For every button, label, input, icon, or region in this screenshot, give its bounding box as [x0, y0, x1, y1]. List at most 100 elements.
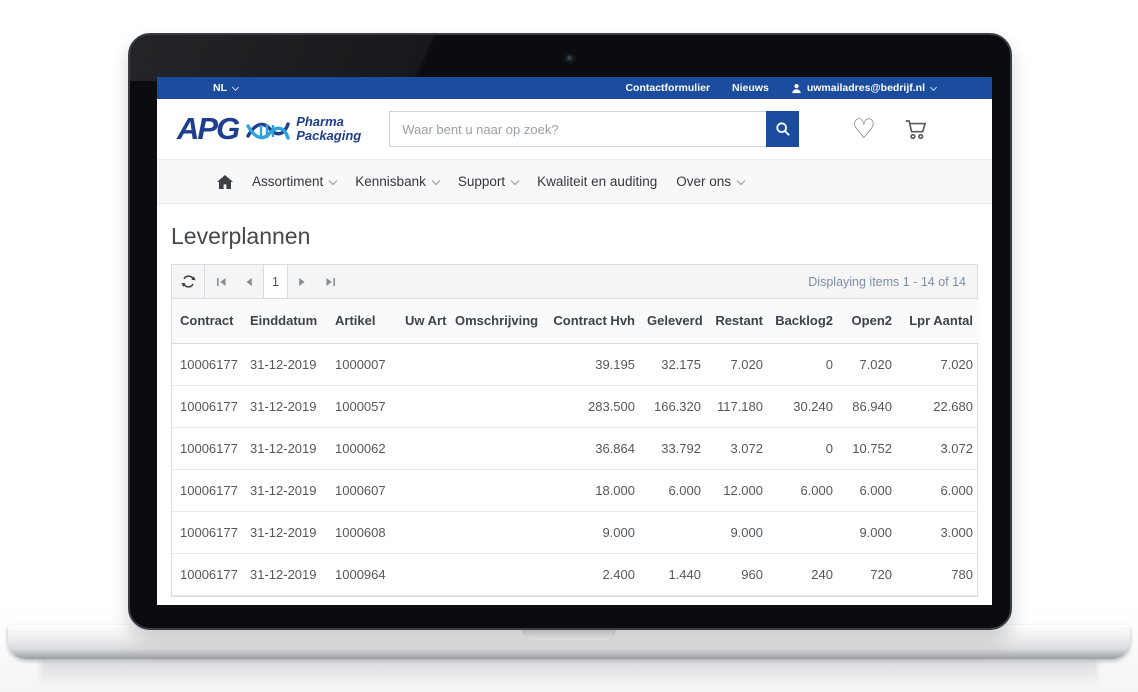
first-page-button[interactable] [207, 265, 235, 298]
cell: 6.000 [839, 469, 898, 511]
cell: 2.400 [544, 553, 641, 595]
contact-form-link[interactable]: Contactformulier [625, 82, 710, 94]
table-row: 1000617731-12-2019100060718.0006.00012.0… [172, 469, 979, 511]
language-label: NL [213, 82, 227, 94]
nav-item-kwaliteit-en-auditing[interactable]: Kwaliteit en auditing [537, 174, 657, 189]
chevron-down-icon [930, 83, 937, 90]
cell: 0 [769, 343, 839, 385]
cell: 10006177 [172, 469, 244, 511]
cell [399, 343, 449, 385]
cell: 166.320 [641, 385, 707, 427]
cell: 6.000 [769, 469, 839, 511]
cell: 31-12-2019 [244, 385, 329, 427]
refresh-button[interactable] [172, 265, 205, 298]
cell: 31-12-2019 [244, 427, 329, 469]
table-row: 1000617731-12-201910006089.0009.0009.000… [172, 511, 979, 553]
cell: 33.792 [641, 427, 707, 469]
cell [449, 343, 544, 385]
company-logo[interactable]: APG PharmaPackaging [177, 111, 361, 147]
cell: 10006177 [172, 343, 244, 385]
laptop-screen: NL Contactformulier Nieuws uwmailadres@b… [128, 33, 1012, 630]
cell: 1000057 [329, 385, 399, 427]
webcam-icon [567, 55, 574, 62]
cell: 7.020 [839, 343, 898, 385]
nav-item-assortiment[interactable]: Assortiment [252, 174, 336, 189]
table-row: 1000617731-12-2019100000739.19532.1757.0… [172, 343, 979, 385]
laptop-reflection [40, 661, 1098, 687]
last-page-icon [325, 277, 336, 287]
cell: 960 [707, 553, 769, 595]
home-icon[interactable] [217, 175, 233, 189]
page-content: Leverplannen [157, 223, 992, 597]
wishlist-heart-icon[interactable]: ♡ [852, 116, 876, 143]
cell [769, 511, 839, 553]
cell [449, 385, 544, 427]
cell [399, 427, 449, 469]
page-title: Leverplannen [171, 223, 978, 250]
cell: 1000062 [329, 427, 399, 469]
main-nav: Assortiment Kennisbank Support Kwaliteit… [157, 159, 992, 204]
last-page-button[interactable] [316, 265, 344, 298]
cart-icon[interactable] [902, 116, 930, 142]
cell: 10006177 [172, 385, 244, 427]
user-icon [791, 83, 802, 94]
site-header: APG PharmaPackaging [157, 99, 992, 159]
cell: 9.000 [839, 511, 898, 553]
cell: 0 [769, 427, 839, 469]
cell: 283.500 [544, 385, 641, 427]
cell: 12.000 [707, 469, 769, 511]
search-input[interactable] [389, 111, 766, 147]
column-header-uw-art[interactable]: Uw Art [399, 299, 449, 343]
column-header-contract-hvh[interactable]: Contract Hvh [544, 299, 641, 343]
cell: 31-12-2019 [244, 343, 329, 385]
next-page-button[interactable] [288, 265, 316, 298]
cell: 39.195 [544, 343, 641, 385]
cell: 10.752 [839, 427, 898, 469]
cell: 31-12-2019 [244, 469, 329, 511]
news-link[interactable]: Nieuws [732, 82, 769, 94]
column-header-open2[interactable]: Open2 [839, 299, 898, 343]
cell: 18.000 [544, 469, 641, 511]
cell: 10006177 [172, 511, 244, 553]
cell: 7.020 [707, 343, 769, 385]
nav-item-over-ons[interactable]: Over ons [676, 174, 744, 189]
prev-page-button[interactable] [235, 265, 263, 298]
column-header-einddatum[interactable]: Einddatum [244, 299, 329, 343]
cell: 32.175 [641, 343, 707, 385]
column-header-lpr-aantal[interactable]: Lpr Aantal [898, 299, 979, 343]
cell: 1.440 [641, 553, 707, 595]
language-selector[interactable]: NL [213, 82, 238, 94]
cell [399, 469, 449, 511]
cell [449, 553, 544, 595]
search-button[interactable] [766, 111, 799, 147]
table-header-row: ContractEinddatumArtikelUw ArtOmschrijvi… [172, 299, 979, 343]
first-page-icon [216, 277, 227, 287]
column-header-contract[interactable]: Contract [172, 299, 244, 343]
cell: 3.072 [898, 427, 979, 469]
cell: 1000608 [329, 511, 399, 553]
cell: 30.240 [769, 385, 839, 427]
column-header-geleverd[interactable]: Geleverd [641, 299, 707, 343]
column-header-omschrijving[interactable]: Omschrijving [449, 299, 544, 343]
cell: 1000007 [329, 343, 399, 385]
cell: 31-12-2019 [244, 553, 329, 595]
cell: 36.864 [544, 427, 641, 469]
cell: 10006177 [172, 427, 244, 469]
nav-item-kennisbank[interactable]: Kennisbank [355, 174, 439, 189]
cell: 7.020 [898, 343, 979, 385]
column-header-backlog2[interactable]: Backlog2 [769, 299, 839, 343]
table-row: 1000617731-12-201910009642.4001.44096024… [172, 553, 979, 595]
nav-item-support[interactable]: Support [458, 174, 518, 189]
cell [641, 511, 707, 553]
cell: 6.000 [898, 469, 979, 511]
column-header-artikel[interactable]: Artikel [329, 299, 399, 343]
prev-page-icon [245, 277, 253, 287]
cell: 86.940 [839, 385, 898, 427]
column-header-restant[interactable]: Restant [707, 299, 769, 343]
logo-text: APG [177, 111, 238, 147]
cell [449, 511, 544, 553]
cell: 780 [898, 553, 979, 595]
account-menu[interactable]: uwmailadres@bedrijf.nl [791, 82, 936, 94]
current-page[interactable]: 1 [263, 265, 288, 298]
cell [399, 385, 449, 427]
